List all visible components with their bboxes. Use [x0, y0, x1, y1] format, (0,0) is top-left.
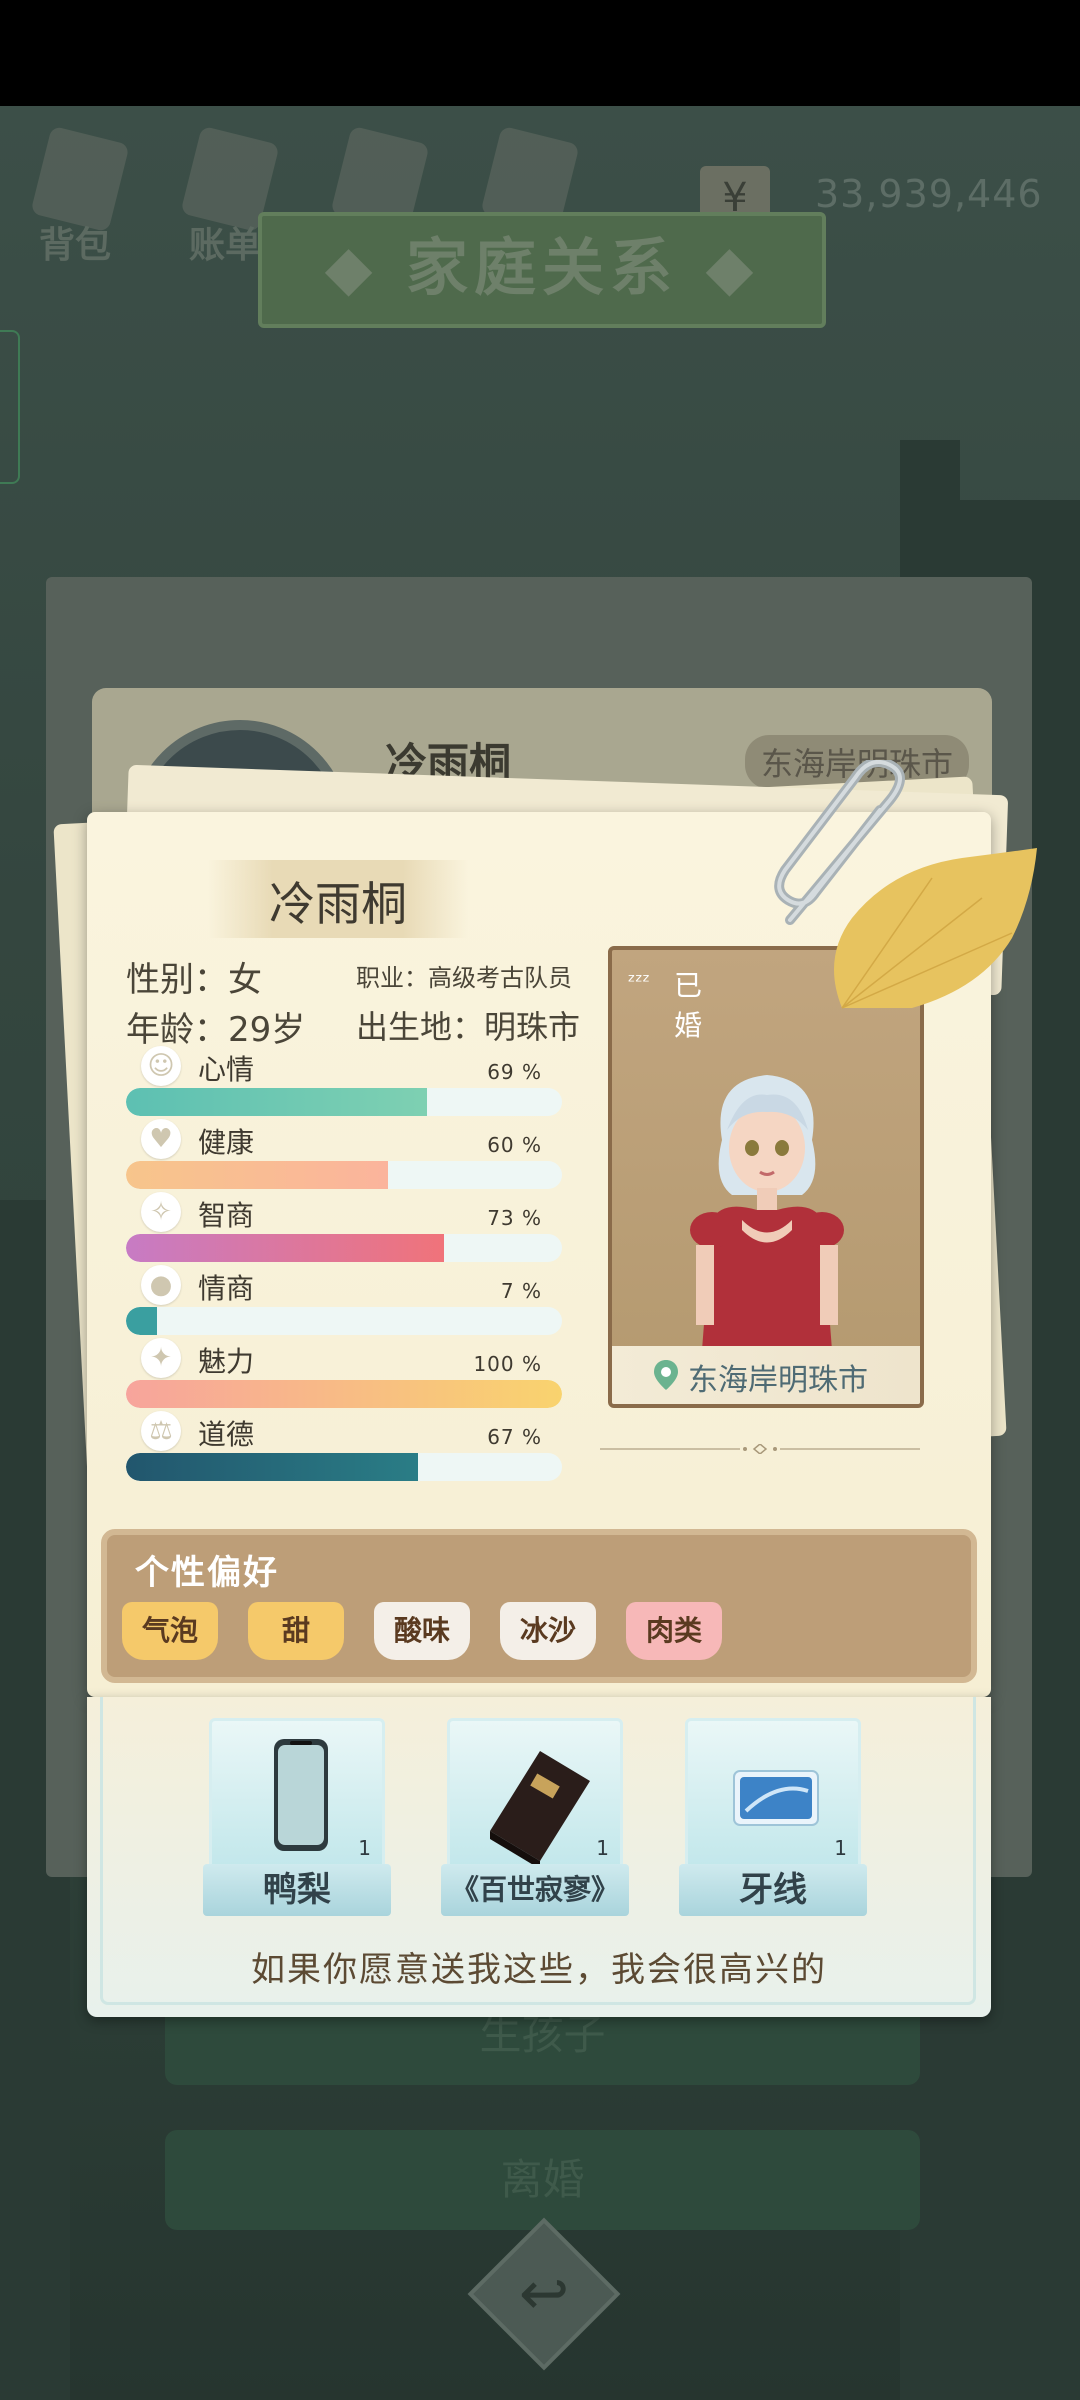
- stat-row: ✦ 魅力 100 %: [126, 1338, 562, 1408]
- gift-item-floss[interactable]: 1 牙线: [679, 1718, 867, 1918]
- stat-bar-fill: [126, 1161, 388, 1189]
- divorce-button[interactable]: 离婚: [165, 2130, 920, 2230]
- gift-count: 1: [358, 1836, 371, 1860]
- stat-label: 道德: [198, 1418, 255, 1451]
- gift-message: 如果你愿意送我这些，我会很高兴的: [251, 1950, 827, 1990]
- stat-label: 智商: [198, 1199, 255, 1232]
- page-title: ◆ 家庭关系 ◆: [258, 212, 826, 328]
- stat-row: ☺ 心情 69 %: [126, 1046, 562, 1116]
- stat-label: 健康: [198, 1126, 255, 1159]
- gift-label: 鸭梨: [203, 1864, 391, 1916]
- profile-age: 年龄：29岁: [126, 1010, 306, 1050]
- status-bar: [0, 0, 1080, 106]
- stat-bar-fill: [126, 1380, 562, 1408]
- lightbulb-icon: ✧: [141, 1192, 181, 1232]
- stat-bar-track: [126, 1088, 562, 1116]
- location-bar: 东海岸明珠市: [612, 1346, 920, 1404]
- stat-bar-track: [126, 1307, 562, 1335]
- stat-bar-track: [126, 1380, 562, 1408]
- nav-backpack-button[interactable]: 背包: [10, 116, 140, 266]
- sleep-icon: ᶻᶻᶻ: [628, 969, 650, 993]
- profile-birthplace: 出生地：明珠市: [356, 1008, 581, 1046]
- back-arrow-icon: ↩: [518, 2259, 570, 2329]
- smile-icon: ☺: [141, 1046, 181, 1086]
- stat-bar-fill: [126, 1234, 445, 1262]
- apple-icon: ●: [141, 1265, 181, 1305]
- book-icon: [490, 1751, 590, 1869]
- stat-label: 情商: [198, 1272, 255, 1305]
- marital-status-label: 已婚: [674, 969, 703, 1042]
- stat-label: 魅力: [198, 1345, 255, 1378]
- gift-item-book[interactable]: 1 《百世寂寥》: [441, 1718, 629, 1918]
- paperclip-icon: [774, 760, 905, 925]
- character-image: [690, 1075, 844, 1350]
- preference-tag: 冰沙: [500, 1602, 596, 1660]
- scales-icon: ⚖: [141, 1411, 181, 1451]
- preference-tag: 肉类: [626, 1602, 722, 1660]
- phone-icon: [274, 1739, 328, 1851]
- stat-row: ⚖ 道德 67 %: [126, 1411, 562, 1481]
- preference-tag: 气泡: [122, 1602, 218, 1660]
- stat-percent: 67 %: [487, 1425, 542, 1449]
- stat-row: ✧ 智商 73 %: [126, 1192, 562, 1262]
- floss-icon: [733, 1770, 819, 1826]
- stat-row: ♥ 健康 60 %: [126, 1119, 562, 1189]
- stat-percent: 73 %: [487, 1206, 542, 1230]
- profile-occupation: 职业：高级考古队员: [356, 964, 572, 992]
- stat-percent: 100 %: [473, 1352, 542, 1376]
- stat-bar-track: [126, 1161, 562, 1189]
- gift-item-phone[interactable]: 1 鸭梨: [203, 1718, 391, 1918]
- stat-bar-fill: [126, 1307, 157, 1335]
- currency-amount: 33,939,446: [815, 172, 1043, 216]
- stat-bar-fill: [126, 1088, 427, 1116]
- nav-label: 背包: [38, 225, 111, 266]
- heart-icon: ♥: [141, 1119, 181, 1159]
- stat-bar-track: [126, 1234, 562, 1262]
- profile-name: 冷雨桐: [269, 877, 407, 931]
- stat-bar-track: [126, 1453, 562, 1481]
- stat-percent: 7 %: [500, 1279, 542, 1303]
- stat-bar-fill: [126, 1453, 419, 1481]
- stat-label: 心情: [198, 1053, 255, 1086]
- ornament-divider: [600, 1444, 920, 1454]
- location-pin-icon: [654, 1360, 678, 1390]
- location-label: 东海岸明珠市: [688, 1363, 868, 1398]
- stat-percent: 69 %: [487, 1060, 542, 1084]
- gift-count: 1: [596, 1836, 609, 1860]
- preference-tag: 酸味: [374, 1602, 470, 1660]
- stat-percent: 60 %: [487, 1133, 542, 1157]
- preference-tag: 甜: [248, 1602, 344, 1660]
- gift-count: 1: [834, 1836, 847, 1860]
- gift-label: 《百世寂寥》: [441, 1864, 629, 1916]
- gift-label: 牙线: [679, 1864, 867, 1916]
- preferences-title: 个性偏好: [135, 1553, 279, 1593]
- profile-gender: 性别：女: [126, 960, 262, 1000]
- side-tab[interactable]: [0, 330, 20, 484]
- sparkle-icon: ✦: [141, 1338, 181, 1378]
- stat-row: ● 情商 7 %: [126, 1265, 562, 1335]
